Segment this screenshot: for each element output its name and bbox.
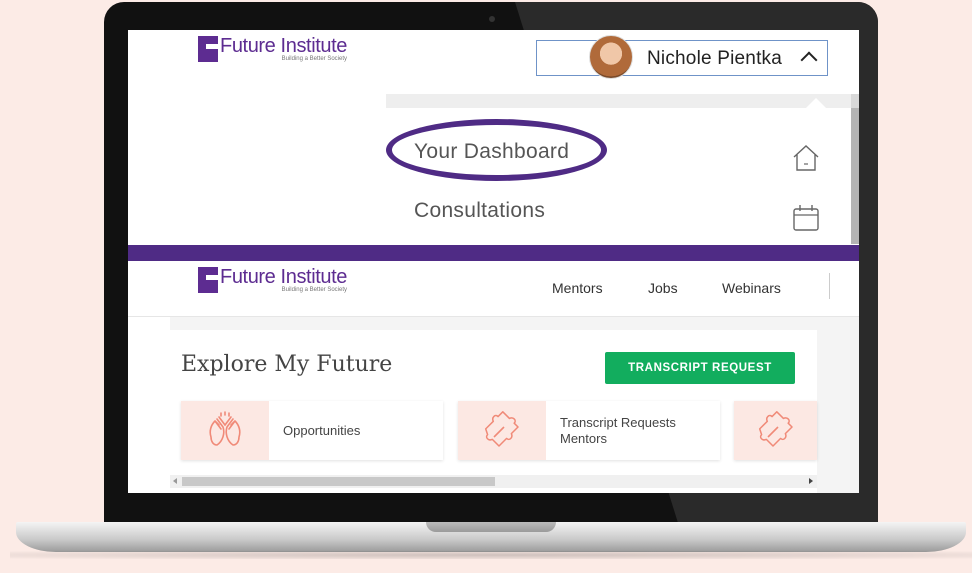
tile-icon-box <box>734 401 817 460</box>
dropdown-caret <box>806 98 826 108</box>
user-menu-toggle[interactable]: Nichole Pientka <box>536 35 828 79</box>
chevron-up-icon <box>800 51 818 69</box>
site-header: Future Institute Building a Better Socie… <box>128 261 859 317</box>
brand-name: Future Institute <box>220 35 347 57</box>
laptop-shadow <box>10 551 972 559</box>
tile-transcript-mentors[interactable]: Transcript Requests Mentors <box>458 401 720 460</box>
tile-label-opportunities: Opportunities <box>283 422 361 438</box>
camera-dot <box>489 16 495 22</box>
nav-link-webinars[interactable]: Webinars <box>722 280 781 296</box>
puzzle-icon <box>484 410 519 447</box>
scroll-right-arrow-icon[interactable] <box>809 478 813 484</box>
tile-label-transcript-mentors: Transcript Requests Mentors <box>560 414 676 446</box>
menu-item-your-dashboard[interactable]: Your Dashboard <box>414 140 569 164</box>
calendar-icon[interactable] <box>790 202 822 234</box>
tile-icon-box <box>181 401 269 460</box>
brand-name: Future Institute <box>220 266 347 288</box>
avatar <box>589 35 633 79</box>
laptop-notch <box>426 522 556 532</box>
horizontal-scrollbar-thumb[interactable] <box>182 477 495 486</box>
logo-mark-icon <box>198 36 218 62</box>
horizontal-scrollbar[interactable] <box>170 475 817 488</box>
user-name: Nichole Pientka <box>647 48 783 69</box>
divider-band <box>128 245 859 261</box>
nav-link-mentors[interactable]: Mentors <box>552 280 603 296</box>
tile-partial[interactable] <box>734 401 817 460</box>
tile-icon-box <box>458 401 546 460</box>
brand-logo[interactable]: Future Institute Building a Better Socie… <box>198 36 347 62</box>
scroll-left-arrow-icon[interactable] <box>173 478 177 484</box>
nav-link-jobs[interactable]: Jobs <box>648 280 678 296</box>
clapping-hands-icon <box>209 410 241 446</box>
brand-logo-lower[interactable]: Future Institute Building a Better Socie… <box>198 267 347 293</box>
dropdown-scrollbar-thumb[interactable] <box>851 108 859 244</box>
menu-item-consultations[interactable]: Consultations <box>414 199 545 223</box>
laptop-screen: Future Institute Building a Better Socie… <box>128 30 859 493</box>
home-icon[interactable] <box>790 142 822 174</box>
tile-opportunities[interactable]: Opportunities <box>181 401 443 460</box>
nav-divider <box>829 273 830 299</box>
dropdown-header-bar <box>386 94 851 108</box>
logo-mark-icon <box>198 267 218 293</box>
section-title: Explore My Future <box>181 352 393 377</box>
puzzle-icon <box>758 410 793 447</box>
user-dropdown-menu: Your Dashboard Consultations <box>386 94 859 244</box>
transcript-request-button[interactable]: TRANSCRIPT REQUEST <box>605 352 795 384</box>
